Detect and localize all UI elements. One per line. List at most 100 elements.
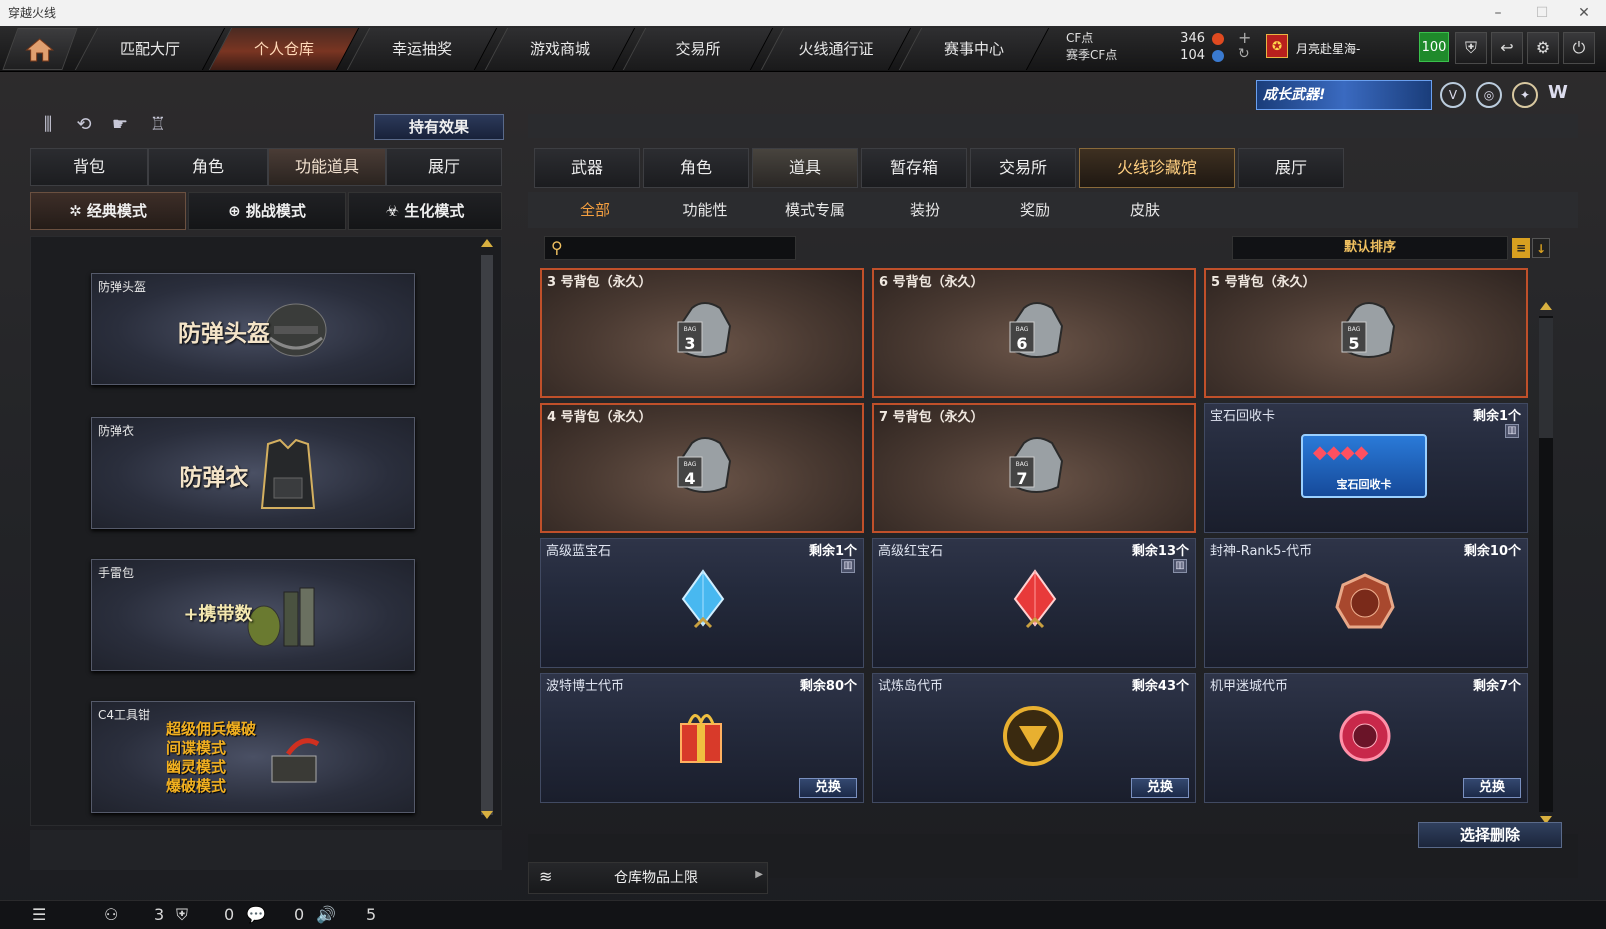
- trial-island-token-icon: [1003, 706, 1063, 766]
- exchange-button[interactable]: 兑换: [1463, 778, 1521, 798]
- item-card-gem-recycle-card[interactable]: 宝石回收卡 剩余1个 ▥ ◆◆◆◆ 宝石回收卡: [1204, 403, 1528, 533]
- mode-tab-classic[interactable]: ✲ 经典模式: [30, 192, 186, 230]
- add-cf-icon[interactable]: +: [1238, 28, 1251, 47]
- minimize-icon[interactable]: –: [1476, 0, 1520, 26]
- left-tab-showroom[interactable]: 展厅: [386, 148, 502, 186]
- trash-icon[interactable]: ▥: [1173, 559, 1187, 573]
- power-icon[interactable]: ⏻: [1563, 32, 1595, 64]
- item-card-rank5-token[interactable]: 封神-Rank5-代币 剩余10个: [1204, 538, 1528, 668]
- search-input[interactable]: [569, 238, 789, 258]
- list-item-grenade-pack[interactable]: 手雷包 +携带数: [91, 559, 415, 671]
- nav-tab-battle-pass[interactable]: 火线通行证: [760, 28, 912, 70]
- right-tab-storage-box[interactable]: 暂存箱: [861, 148, 967, 188]
- mode-tab-biochem[interactable]: ☣ 生化模式: [348, 192, 502, 230]
- list-item-helmet[interactable]: 防弹头盔 防弹头盔: [91, 273, 415, 385]
- scroll-up-icon[interactable]: [1540, 302, 1552, 310]
- scroll-up-icon[interactable]: [481, 239, 493, 247]
- close-icon[interactable]: ✕: [1562, 0, 1606, 26]
- item-card-blue-gem[interactable]: 高级蓝宝石 剩余1个 ▥: [540, 538, 864, 668]
- scroll-down-icon[interactable]: [481, 811, 493, 819]
- item-card-bag-5[interactable]: 5 号背包（永久） BAG 5: [1204, 268, 1528, 398]
- left-tab-backpack[interactable]: 背包: [30, 148, 148, 186]
- exchange-button[interactable]: 兑换: [799, 778, 857, 798]
- svg-text:BAG: BAG: [1016, 461, 1029, 468]
- game-frame: 匹配大厅 个人仓库 幸运抽奖 游戏商城 交易所 火线通行证 赛事中心 CF点 赛…: [0, 26, 1606, 929]
- storage-capacity-bar[interactable]: ≋ 仓库物品上限 ▶: [528, 862, 768, 894]
- left-tab-character[interactable]: 角色: [148, 148, 268, 186]
- list-view-icon[interactable]: ≡: [1512, 238, 1530, 258]
- trash-icon[interactable]: ▥: [1505, 424, 1519, 438]
- growth-weapon-banner[interactable]: 成长武器!: [1256, 80, 1432, 110]
- item-card-bag-6[interactable]: 6 号背包（永久） BAG 6: [872, 268, 1196, 398]
- trash-icon[interactable]: ▥: [841, 559, 855, 573]
- right-tab-character[interactable]: 角色: [643, 148, 749, 188]
- right-tab-exchange[interactable]: 交易所: [970, 148, 1076, 188]
- item-card-dr-porter-token[interactable]: 波特博士代币 剩余80个 兑换: [540, 673, 864, 803]
- right-tab-showroom[interactable]: 展厅: [1238, 148, 1344, 188]
- layers-icon: ≋: [539, 867, 553, 886]
- guild-icon[interactable]: ⛨: [176, 905, 188, 925]
- bag-icon[interactable]: ♖: [144, 114, 172, 140]
- list-item-c4-pliers[interactable]: C4工具钳 超级佣兵爆破 间谍模式 幽灵模式 爆破模式: [91, 701, 415, 813]
- right-scroll-thumb[interactable]: [1539, 318, 1553, 438]
- return-icon[interactable]: ↩: [1491, 32, 1523, 64]
- svg-text:BAG: BAG: [1348, 326, 1361, 333]
- nav-tab-event-center[interactable]: 赛事中心: [898, 28, 1050, 70]
- left-footer-bar: [30, 830, 502, 870]
- exchange-button[interactable]: 兑换: [1131, 778, 1189, 798]
- subtab-cosmetic[interactable]: 装扮: [870, 192, 980, 228]
- nav-tab-exchange[interactable]: 交易所: [622, 28, 774, 70]
- gift-box-token-icon: [680, 714, 722, 763]
- backpack-icon: BAG6: [1009, 302, 1064, 358]
- hand-icon[interactable]: ☛: [106, 114, 134, 140]
- item-card-mech-maze-token[interactable]: 机甲迷城代币 剩余7个 兑换: [1204, 673, 1528, 803]
- search-box[interactable]: ⚲: [544, 236, 796, 260]
- wing-icon[interactable]: ✦: [1512, 82, 1538, 108]
- nav-tab-personal-storage[interactable]: 个人仓库: [208, 28, 360, 70]
- globe-icon[interactable]: ◎: [1476, 82, 1502, 108]
- subtab-reward[interactable]: 奖励: [980, 192, 1090, 228]
- stats-icon[interactable]: ⫼: [34, 114, 62, 140]
- home-button[interactable]: [2, 28, 78, 70]
- right-tab-weapons[interactable]: 武器: [534, 148, 640, 188]
- refresh-icon[interactable]: ↻: [1238, 46, 1250, 62]
- left-tab-functional-items[interactable]: 功能道具: [268, 148, 386, 186]
- mode-tab-challenge[interactable]: ⊕ 挑战模式: [188, 192, 346, 230]
- right-tab-items[interactable]: 道具: [752, 148, 858, 188]
- select-delete-button[interactable]: 选择删除: [1418, 822, 1562, 848]
- volume-icon[interactable]: 🔊: [316, 905, 336, 924]
- right-scrollbar[interactable]: [1536, 300, 1556, 828]
- right-tab-collection-hall[interactable]: 火线珍藏馆: [1079, 148, 1235, 188]
- left-scroll-thumb[interactable]: [481, 255, 493, 815]
- item-card-trial-island-token[interactable]: 试炼岛代币 剩余43个 兑换: [872, 673, 1196, 803]
- sort-dropdown[interactable]: 默认排序: [1232, 236, 1508, 260]
- item-card-bag-3[interactable]: 3 号背包（永久） BAG 3: [540, 268, 864, 398]
- username[interactable]: 月亮赴星海-: [1296, 40, 1360, 57]
- subtab-all[interactable]: 全部: [540, 192, 650, 228]
- item-card-bag-7[interactable]: 7 号背包（永久） BAG 7: [872, 403, 1196, 533]
- chat-icon[interactable]: 💬: [246, 905, 266, 924]
- badge-v-icon[interactable]: V: [1440, 82, 1466, 108]
- nav-tab-match-lobby[interactable]: 匹配大厅: [74, 28, 226, 70]
- rank-badge-icon[interactable]: ✪: [1266, 34, 1288, 58]
- subtab-mode-exclusive[interactable]: 模式专属: [760, 192, 870, 228]
- maximize-icon[interactable]: ☐: [1520, 0, 1564, 26]
- level-badge[interactable]: 100: [1419, 32, 1449, 62]
- expand-arrow-icon[interactable]: ▶: [755, 869, 763, 880]
- shield-icon[interactable]: ⛨: [1455, 32, 1487, 64]
- subtab-skin[interactable]: 皮肤: [1090, 192, 1200, 228]
- gear-icon[interactable]: ⚙: [1527, 32, 1559, 64]
- history-icon[interactable]: ⟲: [70, 114, 98, 140]
- item-card-bag-4[interactable]: 4 号背包（永久） BAG 4: [540, 403, 864, 533]
- held-effects-button[interactable]: 持有效果: [374, 114, 504, 140]
- list-item-vest[interactable]: 防弹衣 防弹衣: [91, 417, 415, 529]
- w-emblem-icon[interactable]: W: [1548, 82, 1568, 103]
- friends-icon[interactable]: ⚇: [104, 905, 118, 924]
- menu-list-icon[interactable]: ☰: [32, 905, 46, 924]
- item-card-red-gem[interactable]: 高级红宝石 剩余13个 ▥: [872, 538, 1196, 668]
- nav-tab-game-shop[interactable]: 游戏商城: [484, 28, 636, 70]
- subtab-functional[interactable]: 功能性: [650, 192, 760, 228]
- left-scrollbar[interactable]: [477, 237, 497, 825]
- nav-tab-lucky-draw[interactable]: 幸运抽奖: [346, 28, 498, 70]
- sort-direction-icon[interactable]: ↓: [1532, 238, 1550, 258]
